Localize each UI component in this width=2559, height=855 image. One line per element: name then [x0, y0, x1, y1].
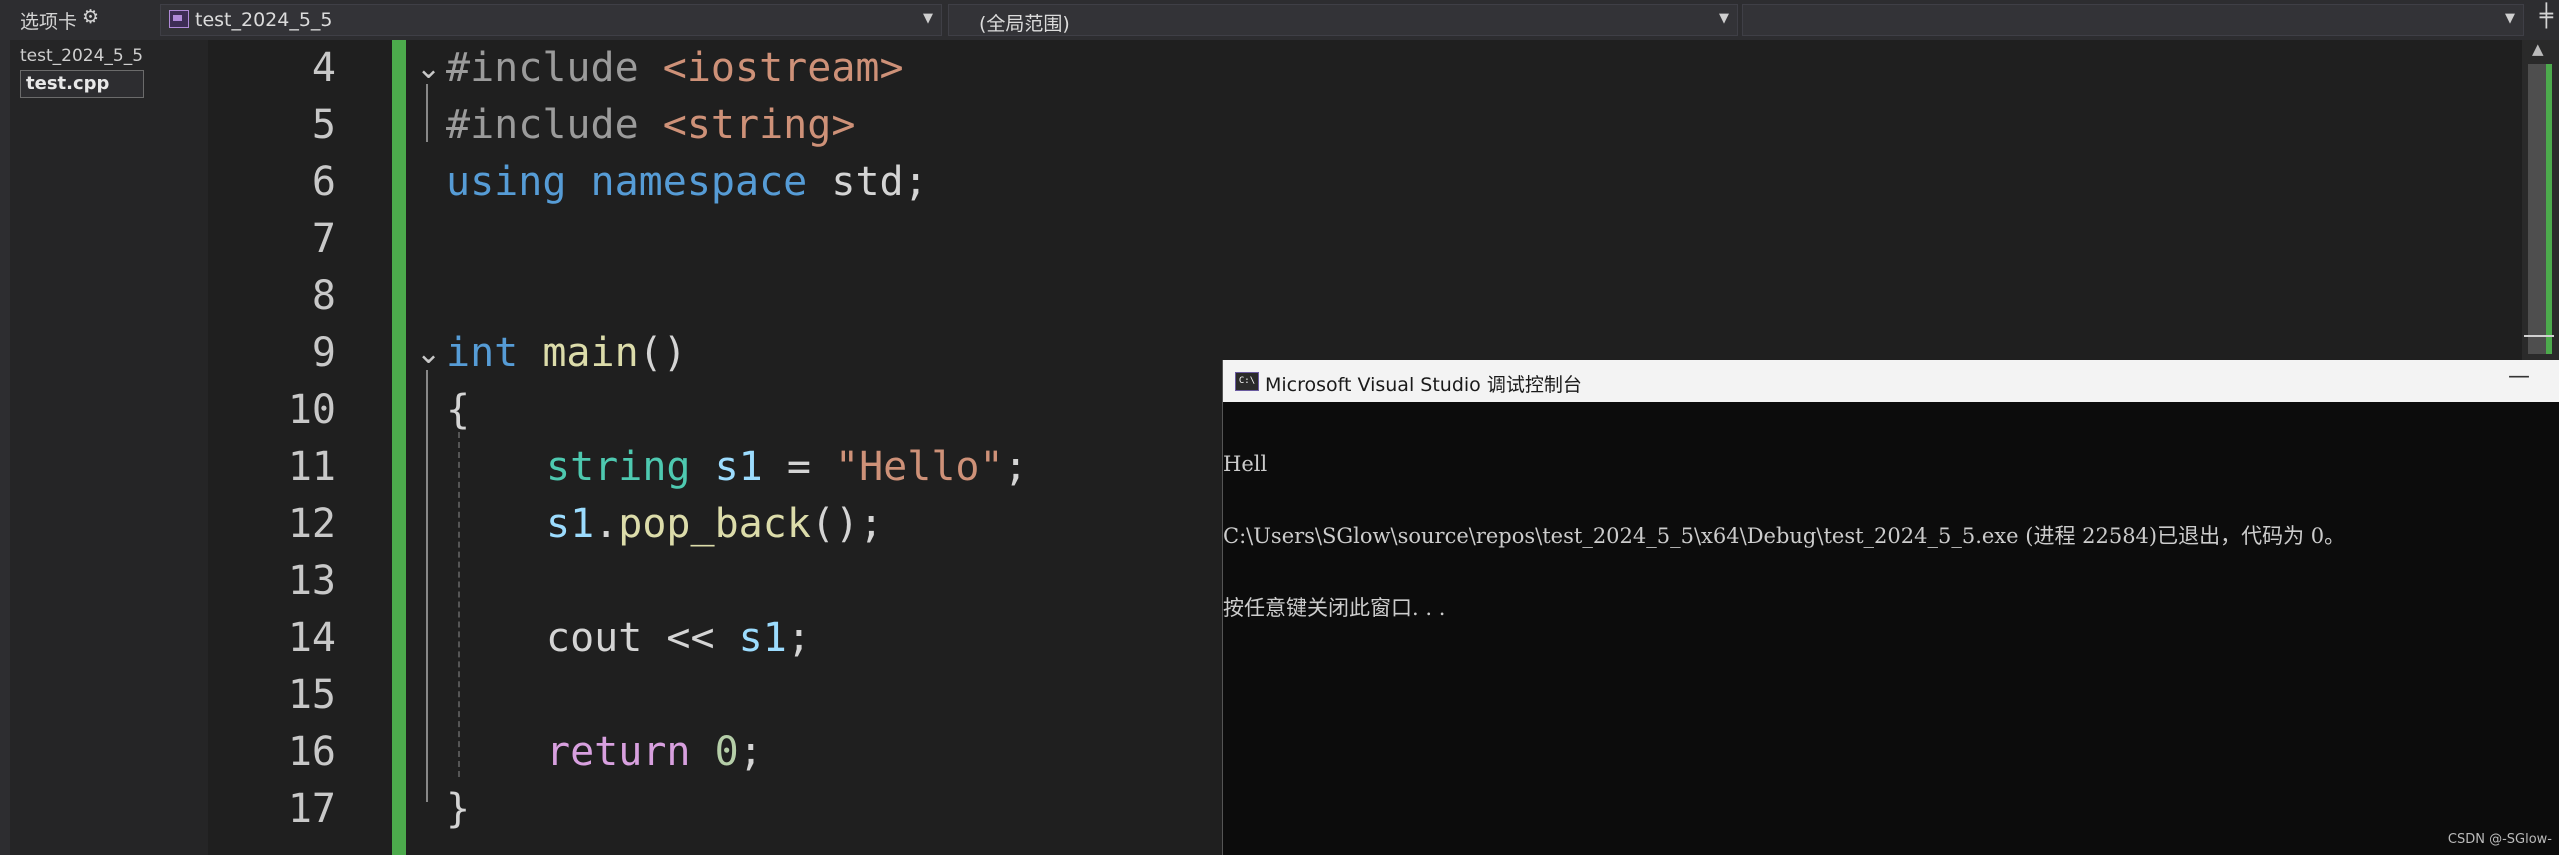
code-line-17: } — [446, 786, 471, 832]
code-line-6: using namespace std; — [446, 159, 928, 205]
minimize-button[interactable]: — — [2508, 364, 2530, 389]
console-line: Hell — [1223, 452, 1268, 476]
line-number: 14 — [287, 615, 336, 661]
project-icon — [169, 10, 189, 28]
change-tracking-bar — [392, 40, 406, 855]
left-edge-strip — [0, 40, 10, 855]
caret-position-marker — [2524, 335, 2554, 337]
editor-toolbar: 选项卡 ⚙ test_2024_5_5 ▼ (全局范围) ▼ ▼ ╪ — [0, 0, 2559, 40]
fold-scope-line — [426, 84, 428, 142]
fold-scope-line — [426, 370, 428, 802]
console-line: 按任意键关闭此窗口. . . — [1223, 596, 1446, 620]
line-number: 8 — [311, 273, 336, 319]
chevron-down-icon: ▼ — [2505, 11, 2515, 26]
line-number: 16 — [287, 729, 336, 775]
line-numbers: 4 5 6 7 8 9 10 11 12 13 14 15 16 17 — [208, 40, 386, 855]
console-line: C:\Users\SGlow\source\repos\test_2024_5_… — [1223, 524, 2346, 548]
line-number: 17 — [287, 786, 336, 832]
scrollbar-change-marker — [2546, 64, 2552, 354]
code-line-10: { — [446, 387, 471, 433]
line-number: 13 — [287, 558, 336, 604]
code-line-5: #include <string> — [446, 102, 856, 148]
line-number: 5 — [311, 102, 336, 148]
split-window-icon[interactable]: ╪ — [2540, 4, 2553, 29]
sidebar-item-test-cpp[interactable]: test.cpp — [20, 70, 144, 98]
code-line-14: cout << s1; — [546, 615, 811, 661]
member-dropdown[interactable]: ▼ — [1742, 4, 2524, 36]
line-number: 6 — [311, 159, 336, 205]
console-title-bar[interactable]: C:\ Microsoft Visual Studio 调试控制台 — — [1223, 360, 2559, 402]
glyph-margin[interactable] — [160, 40, 208, 855]
line-number: 12 — [287, 501, 336, 547]
debug-console-window[interactable]: C:\ Microsoft Visual Studio 调试控制台 — Hell… — [1222, 360, 2559, 855]
code-line-4: #include <iostream> — [446, 45, 904, 91]
code-line-9: int main() — [446, 330, 687, 376]
code-line-11: string s1 = "Hello"; — [546, 444, 1028, 490]
sidebar-project-label[interactable]: test_2024_5_5 — [20, 46, 143, 66]
code-line-12: s1.pop_back(); — [546, 501, 884, 547]
gear-icon[interactable]: ⚙ — [82, 6, 99, 28]
watermark: CSDN @-SGlow- — [2447, 832, 2552, 847]
fold-chevron-icon[interactable]: ⌄ — [416, 325, 441, 382]
line-number: 7 — [311, 216, 336, 262]
line-number: 10 — [287, 387, 336, 433]
console-title: Microsoft Visual Studio 调试控制台 — [1265, 374, 1582, 396]
line-number: 11 — [287, 444, 336, 490]
console-app-icon: C:\ — [1235, 372, 1259, 391]
chevron-down-icon: ▼ — [1719, 11, 1729, 26]
line-number: 15 — [287, 672, 336, 718]
console-output[interactable]: Hell C:\Users\SGlow\source\repos\test_20… — [1223, 404, 2553, 668]
chevron-down-icon: ▼ — [923, 11, 933, 26]
scope-dropdown-value: (全局范围) — [979, 13, 1070, 35]
scope-dropdown[interactable]: (全局范围) ▼ — [948, 4, 1738, 36]
tabs-label[interactable]: 选项卡 — [20, 7, 77, 34]
project-dropdown[interactable]: test_2024_5_5 ▼ — [160, 4, 942, 36]
tab-sidebar: test_2024_5_5 test.cpp — [10, 40, 160, 855]
scroll-up-icon[interactable]: ▲ — [2532, 40, 2544, 58]
indent-guide — [458, 432, 460, 777]
line-number: 9 — [311, 330, 336, 376]
line-number: 4 — [311, 45, 336, 91]
code-line-16: return 0; — [546, 729, 763, 775]
fold-chevron-icon[interactable]: ⌄ — [416, 40, 441, 97]
project-dropdown-value: test_2024_5_5 — [195, 9, 333, 31]
